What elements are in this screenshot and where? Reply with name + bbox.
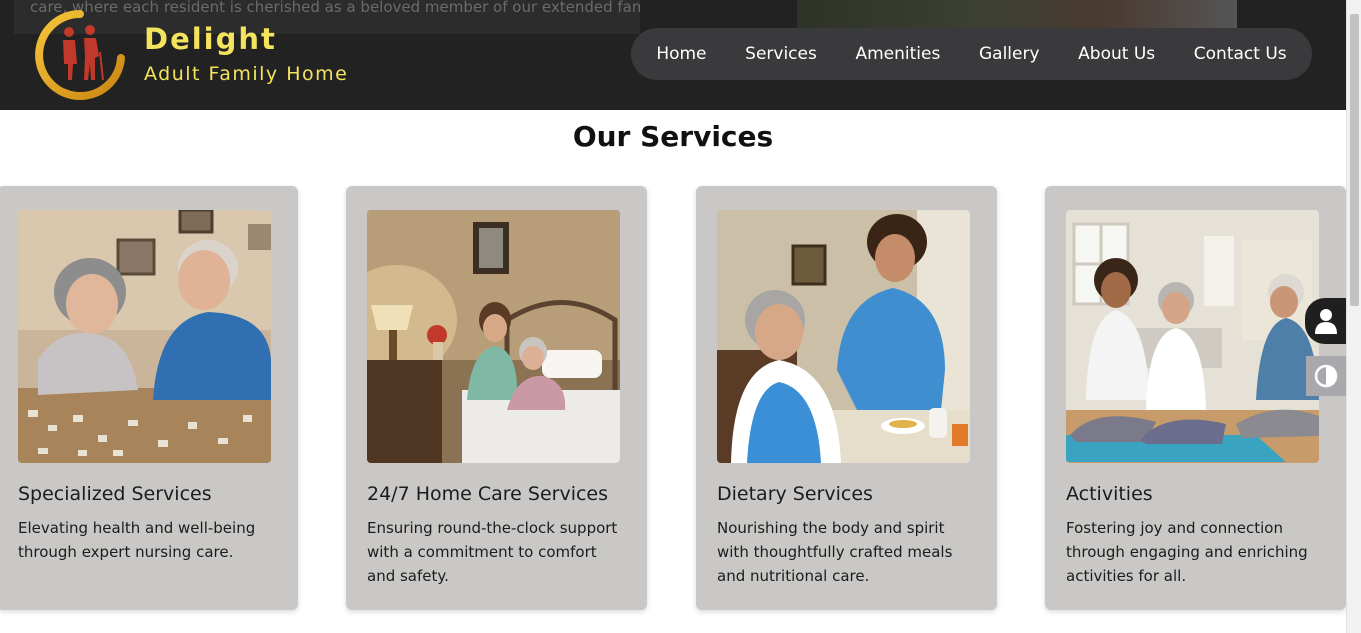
group-yoga-image (1066, 210, 1319, 463)
contrast-toggle-button[interactable] (1306, 356, 1346, 396)
site-header: care, where each resident is cherished a… (0, 0, 1346, 110)
scrollbar-thumb[interactable] (1350, 14, 1359, 306)
service-card-title[interactable]: 24/7 Home Care Services (367, 483, 608, 505)
service-card-home-care[interactable]: 24/7 Home Care Services Ensuring round-t… (346, 186, 647, 610)
nav-home[interactable]: Home (652, 38, 710, 70)
brand-subtitle[interactable]: Adult Family Home (144, 63, 348, 85)
service-card-title[interactable]: Dietary Services (717, 483, 873, 505)
service-card-specialized[interactable]: Specialized Services Elevating health an… (0, 186, 298, 610)
logo-icon[interactable] (33, 8, 127, 102)
seniors-puzzle-image (18, 210, 271, 463)
service-card-description: Fostering joy and connection through eng… (1066, 519, 1308, 585)
service-card-activities[interactable]: Activities Fostering joy and connection … (1045, 186, 1346, 610)
service-card-dietary[interactable]: Dietary Services Nourishing the body and… (696, 186, 997, 610)
main-nav: Home Services Amenities Gallery About Us… (631, 28, 1312, 80)
service-card-description: Ensuring round-the-clock support with a … (367, 519, 618, 585)
service-card-title[interactable]: Activities (1066, 483, 1153, 505)
nav-about-us[interactable]: About Us (1074, 38, 1159, 70)
nav-amenities[interactable]: Amenities (851, 38, 944, 70)
nav-contact-us[interactable]: Contact Us (1190, 38, 1291, 70)
services-section-title: Our Services (572, 120, 774, 153)
user-icon (1314, 309, 1337, 334)
service-card-description: Elevating health and well-being through … (18, 519, 256, 561)
brand-name[interactable]: Delight (144, 22, 277, 56)
service-card-description: Nourishing the body and spirit with thou… (717, 519, 953, 585)
caregiver-meal-image (717, 210, 970, 463)
contrast-icon (1314, 364, 1338, 388)
accessibility-user-button[interactable] (1305, 298, 1346, 344)
service-card-title[interactable]: Specialized Services (18, 483, 212, 505)
page-scrollbar[interactable] (1346, 0, 1361, 633)
nav-services[interactable]: Services (741, 38, 821, 70)
caregiver-bedside-image (367, 210, 620, 463)
nav-gallery[interactable]: Gallery (975, 38, 1044, 70)
